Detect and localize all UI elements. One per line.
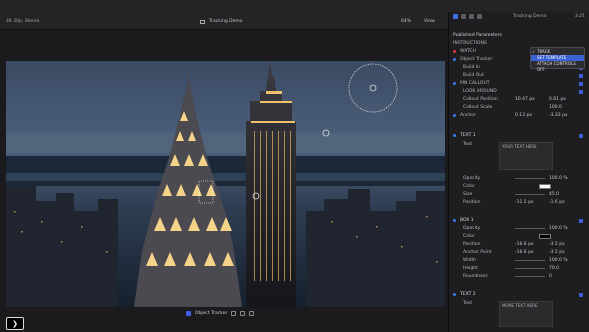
height-label: Height (463, 266, 478, 271)
text1-position-label: Position (463, 200, 481, 205)
text1-opacity-slider[interactable] (515, 178, 545, 179)
roundness-slider[interactable] (515, 276, 545, 277)
text2-textarea[interactable]: MORE TEXT HERE (499, 301, 553, 327)
video-viewer[interactable] (6, 61, 445, 307)
object-tracker-checkbox[interactable] (186, 311, 191, 316)
box1-opacity-label: Opacity (463, 226, 481, 231)
section-title: Published Parameters (453, 33, 502, 38)
look-around-label: LOOK AROUND (463, 89, 497, 94)
play-arrow-icon: ❯ (12, 319, 18, 328)
object-tracker-keyframe-icon[interactable] (453, 58, 456, 61)
text1-text-label: Text (463, 142, 473, 147)
object-tracker-label: Object Tracker (195, 311, 228, 316)
text2-keyframe-icon[interactable] (453, 293, 456, 296)
text1-opacity-label: Opacity (463, 176, 481, 181)
project-title: Tracking Demo (200, 19, 243, 24)
pin-callout-label: PIN CALLOUT (460, 81, 490, 86)
text1-opacity-value[interactable]: 100.0 % (549, 176, 568, 181)
color-inspector-icon[interactable] (461, 14, 466, 19)
box1-color-well[interactable] (539, 234, 551, 239)
callout-scale-label: Callout Scale (463, 105, 493, 110)
box1-checkbox[interactable] (579, 218, 583, 223)
box1-label: BOX 1 (460, 218, 474, 223)
text1-size-label: Size (463, 192, 473, 197)
inspector-header: Tracking Demo 3:21 (449, 12, 589, 21)
text1-position-y[interactable]: -1.6 px (549, 200, 565, 205)
text1-size-value[interactable]: 45.0 (549, 192, 559, 197)
build-out-checkbox[interactable] (579, 73, 583, 78)
box1-opacity-slider[interactable] (515, 228, 545, 229)
text2-label: TEXT 2 (460, 292, 476, 297)
anchor-point-y[interactable]: -3.5 px (549, 250, 565, 255)
viewer-controls: Object Tracker (186, 309, 255, 318)
info-inspector-icon[interactable] (477, 14, 482, 19)
play-button[interactable]: ❯ (6, 317, 24, 330)
inspector-duration: 3:21 (574, 14, 585, 19)
build-out-label: Build Out (463, 73, 484, 78)
width-slider[interactable] (515, 260, 545, 261)
box1-keyframe-icon[interactable] (453, 219, 456, 222)
track-button[interactable] (249, 311, 255, 316)
build-in-label: Build In (463, 65, 480, 70)
height-value[interactable]: 70.0 (549, 266, 559, 271)
menu-item-attach-controls-off[interactable]: ATTACH CONTROLS OFF (531, 61, 584, 72)
text1-checkbox[interactable] (579, 133, 583, 138)
pin-callout-checkbox[interactable] (579, 81, 583, 86)
anchor-point-x[interactable]: -16.6 px (515, 250, 534, 255)
track-dropdown-menu: ✓ TRACK SET TEMPLATE ATTACH CONTROLS OFF (530, 47, 585, 72)
object-tracker-param-label: Object Tracker (460, 57, 493, 62)
callout-position-label: Callout Position (463, 97, 498, 102)
next-frame-button[interactable] (240, 311, 246, 316)
roundness-label: Roundness (463, 274, 488, 279)
box1-position-y[interactable]: -3.5 px (549, 242, 565, 247)
box1-position-label: Position (463, 242, 481, 247)
film-icon (200, 19, 205, 24)
anchor-y[interactable]: -3.33 px (549, 113, 568, 118)
text1-color-well[interactable] (539, 184, 551, 189)
anchor-x[interactable]: 0.13 px (515, 113, 532, 118)
text1-keyframe-icon[interactable] (453, 134, 456, 137)
height-slider[interactable] (515, 268, 545, 269)
library-format-label: 4K 30p, Stereo (6, 19, 40, 24)
prev-frame-button[interactable] (231, 311, 237, 316)
text2-text-label: Text (463, 301, 473, 306)
box1-color-label: Color (463, 234, 475, 239)
watch-keyframe-icon[interactable] (453, 50, 456, 53)
watch-label: WATCH (460, 49, 476, 54)
pin-callout-keyframe-icon[interactable] (453, 82, 456, 85)
text1-textarea[interactable]: YOUR TEXT HERE (499, 142, 553, 170)
instructions-label: INSTRUCTIONS (453, 41, 487, 46)
text1-color-label: Color (463, 184, 475, 189)
roundness-value[interactable]: 0 (549, 274, 552, 279)
width-value[interactable]: 100.0 % (549, 258, 568, 263)
text1-label: TEXT 1 (460, 133, 476, 138)
text1-position-x[interactable]: -11.5 px (515, 200, 534, 205)
box1-opacity-value[interactable]: 100.0 % (549, 226, 568, 231)
view-dropdown[interactable]: View (424, 19, 435, 24)
zoom-dropdown[interactable]: 64% (401, 19, 411, 24)
look-around-checkbox[interactable] (579, 89, 583, 94)
callout-position-x[interactable]: 10.47 px (515, 97, 535, 102)
text2-checkbox[interactable] (579, 292, 583, 297)
video-inspector-icon[interactable] (453, 14, 458, 19)
width-label: Width (463, 258, 477, 263)
anchor-label: Anchor (460, 113, 476, 118)
callout-position-y[interactable]: 0.61 px (549, 97, 566, 102)
inspector-clip-name: Tracking Demo (513, 14, 547, 19)
audio-inspector-icon[interactable] (469, 14, 474, 19)
city-skyline-image (6, 61, 445, 307)
anchor-point-label: Anchor Point (463, 250, 492, 255)
text1-size-slider[interactable] (515, 194, 545, 195)
box1-position-x[interactable]: -16.6 px (515, 242, 534, 247)
callout-scale-value[interactable]: 100.0 (549, 105, 562, 110)
anchor-keyframe-icon[interactable] (453, 114, 456, 117)
